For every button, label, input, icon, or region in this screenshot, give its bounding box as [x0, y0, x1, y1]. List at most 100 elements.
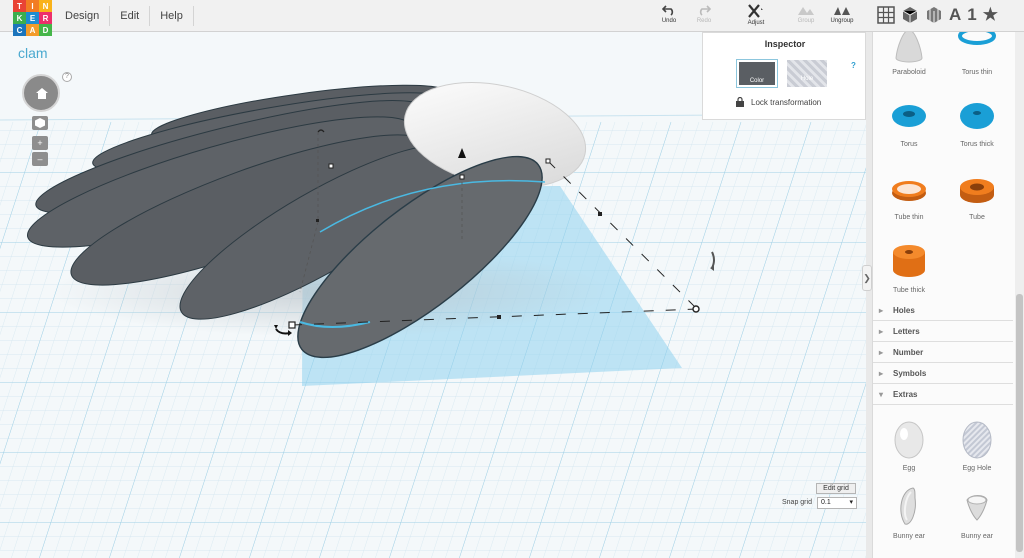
inspector-panel: Inspector ? Color Hole Lock transformati…	[702, 32, 866, 120]
shape-label: Tube thick	[892, 287, 926, 294]
shape-label: Bunny ear	[893, 533, 925, 540]
undo-button[interactable]: Undo	[649, 4, 689, 24]
view-orbit-control[interactable]	[22, 74, 60, 112]
color-swatch-button[interactable]: Color	[736, 59, 778, 88]
shape-egg-hole[interactable]: Egg Hole	[941, 416, 1013, 472]
group-icon	[798, 7, 814, 15]
scrollbar-thumb[interactable]	[1016, 294, 1023, 552]
shape-torus-thick[interactable]: Torus thick	[941, 96, 1013, 148]
redo-label: Redo	[696, 18, 712, 24]
logo-letter: T	[13, 0, 26, 12]
logo-letter: N	[39, 0, 52, 12]
adjust-button[interactable]: Adjust	[736, 4, 776, 26]
ungroup-icon	[834, 7, 850, 15]
shapes-panel: Paraboloid Torus thin Torus Torus thick …	[872, 32, 1024, 558]
shape-torus[interactable]: Torus	[873, 96, 945, 148]
egg-icon	[894, 421, 924, 459]
snap-grid-select[interactable]: 0.1	[817, 497, 857, 509]
shape-torus-thin[interactable]: Torus thin	[941, 32, 1013, 76]
side-handle[interactable]	[328, 163, 334, 169]
adjust-label: Adjust	[747, 20, 765, 26]
shape-paraboloid[interactable]: Paraboloid	[873, 32, 945, 76]
egg-hole-icon	[962, 421, 992, 459]
menu-help[interactable]: Help	[150, 6, 194, 26]
edge-handle[interactable]	[598, 212, 602, 216]
torus-thin-icon	[958, 32, 996, 45]
shape-tube-thick[interactable]: Tube thick	[873, 240, 945, 294]
grid-view-icon[interactable]	[877, 6, 895, 24]
logo-letter: C	[13, 24, 26, 36]
logo-letter: K	[13, 12, 26, 24]
shape-label: Bunny ear	[961, 533, 993, 540]
shape-label: Tube thin	[894, 214, 924, 221]
section-number[interactable]: Number	[873, 342, 1013, 363]
shape-label: Tube	[969, 214, 985, 221]
shape-label: Torus thin	[961, 69, 993, 76]
section-extras[interactable]: Extras	[873, 384, 1013, 405]
logo-letter: D	[39, 24, 52, 36]
edit-grid-button[interactable]: Edit grid	[816, 483, 856, 494]
design-title[interactable]: clam	[18, 45, 48, 61]
star-shape-icon[interactable]: ★	[983, 5, 998, 25]
text-shape-icon[interactable]: A	[949, 5, 961, 25]
shape-label: Torus	[900, 141, 918, 148]
section-symbols[interactable]: Symbols	[873, 363, 1013, 384]
inspector-help-icon[interactable]: ?	[851, 61, 856, 70]
lock-transformation-toggle[interactable]: Lock transformation	[736, 97, 821, 107]
bunny-ear-hole-icon	[966, 495, 988, 521]
home-view-icon[interactable]	[36, 88, 48, 99]
redo-icon	[699, 5, 711, 16]
tinkercad-logo[interactable]: T I N K E R C A D	[13, 0, 53, 36]
tube-thick-icon	[893, 245, 925, 277]
shape-label: Egg Hole	[962, 465, 992, 472]
group-button[interactable]: Group	[786, 4, 826, 24]
zoom-out-button[interactable]: –	[32, 152, 48, 166]
adjust-icon	[748, 4, 763, 18]
cube-icon[interactable]	[901, 6, 919, 24]
side-handle[interactable]	[545, 158, 551, 164]
side-handle[interactable]	[459, 174, 465, 180]
section-letters[interactable]: Letters	[873, 321, 1013, 342]
corner-handle[interactable]	[288, 321, 296, 329]
shape-bunny-ear[interactable]: Bunny ear	[873, 486, 945, 540]
panel-scrollbar[interactable]	[1015, 32, 1024, 558]
lock-label: Lock transformation	[751, 97, 822, 107]
hole-swatch-button[interactable]: Hole	[787, 60, 827, 87]
torus-icon	[892, 105, 926, 127]
section-holes[interactable]: Holes	[873, 300, 1013, 321]
top-bar: T I N K E R C A D Design Edit Help Undo …	[0, 0, 1024, 36]
menu-design[interactable]: Design	[55, 6, 111, 26]
group-label: Group	[797, 18, 815, 24]
tube-icon	[960, 179, 994, 203]
logo-letter: R	[39, 12, 52, 24]
shape-tube[interactable]: Tube	[941, 169, 1013, 221]
panel-collapse-toggle[interactable]: ❯	[862, 265, 872, 291]
snap-grid-label: Snap grid	[782, 499, 812, 506]
menu-edit[interactable]: Edit	[110, 6, 151, 26]
shape-label: Egg	[902, 465, 916, 472]
number-shape-icon[interactable]: 1	[967, 5, 976, 25]
shape-bunny-ear-hole[interactable]: Bunny ear	[941, 486, 1013, 540]
shape-tube-thin[interactable]: Tube thin	[873, 169, 945, 221]
shape-label: Torus thick	[960, 141, 994, 148]
redo-button[interactable]: Redo	[684, 4, 724, 24]
undo-icon	[662, 5, 674, 16]
nav-help-icon[interactable]: ?	[62, 72, 72, 82]
main-menu: Design Edit Help	[55, 0, 194, 32]
inspector-title: Inspector	[764, 39, 806, 49]
edge-handle[interactable]	[497, 315, 501, 319]
ungroup-button[interactable]: Ungroup	[822, 4, 862, 24]
ungroup-label: Ungroup	[830, 18, 854, 24]
corner-handle[interactable]	[692, 305, 700, 313]
shape-label: Paraboloid	[892, 69, 926, 76]
logo-letter: E	[26, 12, 39, 24]
shape-egg[interactable]: Egg	[873, 416, 945, 472]
torus-thick-icon	[960, 103, 994, 129]
logo-letter: I	[26, 0, 39, 12]
zoom-in-button[interactable]: +	[32, 136, 48, 150]
paraboloid-icon	[895, 32, 923, 63]
cube-icon	[35, 118, 45, 128]
wireframe-cube-icon[interactable]	[925, 6, 943, 24]
fit-view-button[interactable]	[32, 116, 48, 130]
view-buttons: A 1 ★	[877, 4, 998, 26]
